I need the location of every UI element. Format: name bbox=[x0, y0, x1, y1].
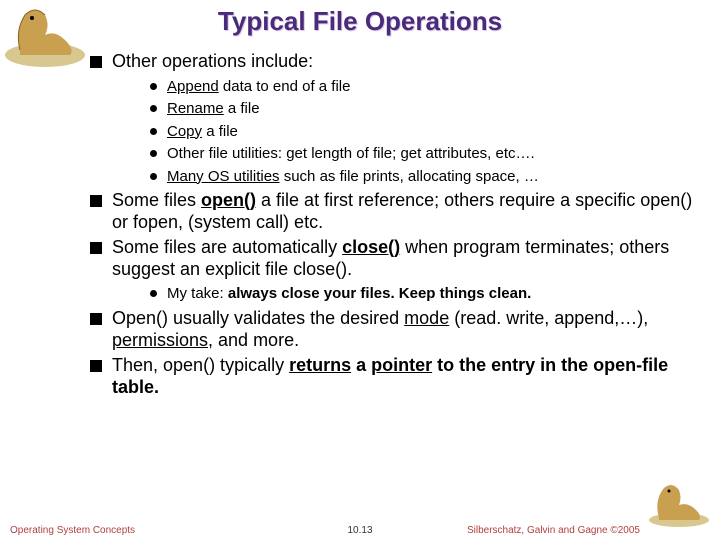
square-bullet-icon bbox=[90, 360, 102, 372]
bullet-text: Many OS utilities such as file prints, a… bbox=[167, 167, 539, 187]
square-bullet-icon bbox=[90, 313, 102, 325]
dinosaur-logo-top bbox=[0, 0, 95, 70]
square-bullet-icon bbox=[90, 242, 102, 254]
footer-copyright: Silberschatz, Galvin and Gagne ©2005 bbox=[467, 525, 710, 536]
subbullet-utilities: Other file utilities: get length of file… bbox=[150, 144, 700, 164]
bullet-open-returns: Then, open() typically returns a pointer… bbox=[90, 355, 700, 398]
bullet-text: Open() usually validates the desired mod… bbox=[112, 308, 700, 351]
bullet-open: Some files open() a file at first refere… bbox=[90, 190, 700, 233]
round-bullet-icon bbox=[150, 150, 157, 157]
bullet-text: Some files open() a file at first refere… bbox=[112, 190, 700, 233]
footer-page-number: 10.13 bbox=[347, 525, 372, 536]
round-bullet-icon bbox=[150, 290, 157, 297]
slide-title: Typical File Operations bbox=[0, 0, 720, 37]
bullet-text: My take: always close your files. Keep t… bbox=[167, 284, 531, 304]
subbullet-rename: Rename a file bbox=[150, 99, 700, 119]
bullet-close: Some files are automatically close() whe… bbox=[90, 237, 700, 280]
dinosaur-logo-bottom bbox=[644, 478, 714, 528]
round-bullet-icon bbox=[150, 128, 157, 135]
bullet-text: Copy a file bbox=[167, 122, 238, 142]
bullet-text: Some files are automatically close() whe… bbox=[112, 237, 700, 280]
bullet-text: Then, open() typically returns a pointer… bbox=[112, 355, 700, 398]
bullet-text: Other file utilities: get length of file… bbox=[167, 144, 535, 164]
slide-content: Other operations include: Append data to… bbox=[0, 37, 720, 398]
slide-footer: Operating System Concepts 10.13 Silbersc… bbox=[0, 525, 720, 536]
square-bullet-icon bbox=[90, 195, 102, 207]
bullet-text: Other operations include: bbox=[112, 51, 313, 73]
bullet-other-ops: Other operations include: bbox=[90, 51, 700, 73]
footer-left: Operating System Concepts bbox=[10, 525, 135, 536]
round-bullet-icon bbox=[150, 173, 157, 180]
bullet-open-validates: Open() usually validates the desired mod… bbox=[90, 308, 700, 351]
round-bullet-icon bbox=[150, 105, 157, 112]
subbullet-copy: Copy a file bbox=[150, 122, 700, 142]
bullet-text: Append data to end of a file bbox=[167, 77, 350, 97]
subbullet-append: Append data to end of a file bbox=[150, 77, 700, 97]
subbullet-mytake: My take: always close your files. Keep t… bbox=[150, 284, 700, 304]
bullet-text: Rename a file bbox=[167, 99, 260, 119]
round-bullet-icon bbox=[150, 83, 157, 90]
subbullet-os-utilities: Many OS utilities such as file prints, a… bbox=[150, 167, 700, 187]
